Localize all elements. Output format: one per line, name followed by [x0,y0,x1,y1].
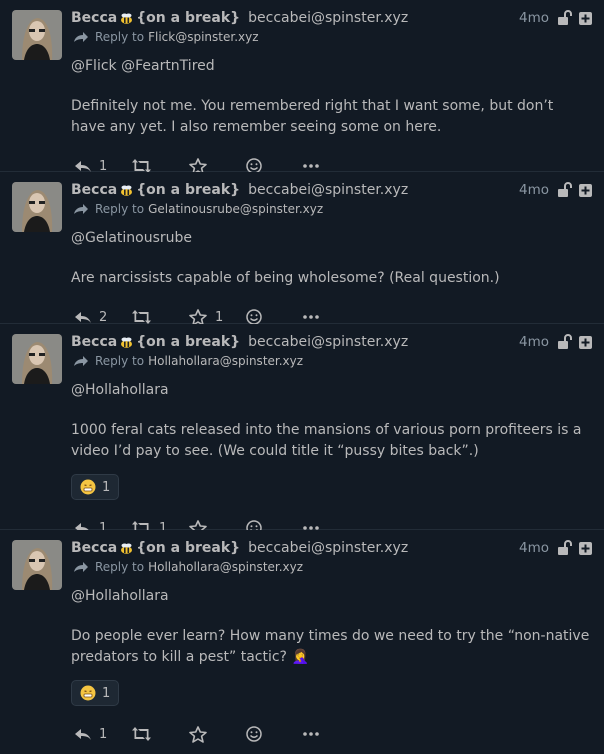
mention-line[interactable]: @Hollahollara [71,382,592,398]
more-button[interactable] [303,164,360,168]
reply-to-target[interactable]: Flick@spinster.xyz [148,30,258,44]
reaction-count: 1 [102,685,111,701]
plus-square-icon[interactable] [579,11,592,25]
lock-open-icon [557,10,573,26]
mention-line[interactable]: @Flick @FeartnTired [71,58,592,74]
favorite-button[interactable] [189,725,246,743]
mention-line[interactable]: @Hollahollara [71,588,592,604]
plus-square-icon[interactable] [579,183,592,197]
lock-open-icon [557,182,573,198]
bee-emoji [120,336,133,349]
more-button[interactable] [303,315,360,319]
reply-to-target[interactable]: Hollahollara@spinster.xyz [148,354,303,368]
reply-to-target[interactable]: Hollahollara@spinster.xyz [148,560,303,574]
share-arrow-icon [74,203,88,215]
share-arrow-icon [74,561,88,573]
share-arrow-icon [74,31,88,43]
bee-emoji [120,542,133,555]
reply-to-label: Reply to [95,30,145,44]
retweet-icon [132,310,151,324]
more-button[interactable] [303,732,360,736]
emoji-reaction[interactable]: 1 [71,680,120,706]
smiley-icon [246,309,262,325]
reply-button[interactable]: 2 [75,310,132,325]
display-name[interactable]: Becca {on a break} [71,10,240,26]
emoji-reaction[interactable]: 1 [71,474,120,500]
bee-emoji [120,12,133,25]
reply-to-row[interactable]: Reply to Flick@spinster.xyz [71,28,592,46]
post-body: Do people ever learn? How many times do … [71,628,590,665]
post-body: Definitely not me. You remembered right … [71,98,554,135]
plus-square-icon[interactable] [579,335,592,349]
star-icon [189,308,207,326]
smiley-icon [246,726,262,742]
retweet-icon [132,727,151,741]
reply-to-label: Reply to [95,202,145,216]
user-handle[interactable]: beccabei@spinster.xyz [248,10,408,26]
avatar[interactable] [12,334,62,384]
reply-icon [75,727,91,741]
post-age[interactable]: 4mo [519,10,549,26]
repeat-button[interactable] [132,310,189,324]
timeline: Becca {on a break} beccabei@spinster.xyz … [0,0,604,743]
reply-to-label: Reply to [95,354,145,368]
grimacing-face-emoji [80,685,96,701]
status-post: Becca {on a break} beccabei@spinster.xyz … [0,324,604,537]
lock-open-icon [557,334,573,350]
user-handle[interactable]: beccabei@spinster.xyz [248,540,408,556]
reply-to-row[interactable]: Reply to Hollahollara@spinster.xyz [71,558,592,576]
ellipsis-icon [303,315,319,319]
status-post: Becca {on a break} beccabei@spinster.xyz … [0,172,604,326]
status-post: Becca {on a break} beccabei@spinster.xyz … [0,0,604,175]
retweet-icon [132,159,151,173]
star-icon [189,725,207,743]
avatar[interactable] [12,182,62,232]
favorite-button[interactable]: 1 [189,308,246,326]
reaction-count: 1 [102,479,111,495]
repeat-button[interactable] [132,159,189,173]
grimacing-face-emoji [80,479,96,495]
reply-icon [75,159,91,173]
post-age[interactable]: 4mo [519,540,549,556]
post-body: Are narcissists capable of being wholeso… [71,270,500,286]
status-post: Becca {on a break} beccabei@spinster.xyz … [0,530,604,743]
bee-emoji [120,184,133,197]
reply-to-row[interactable]: Reply to Hollahollara@spinster.xyz [71,352,592,370]
reply-to-target[interactable]: Gelatinousrube@spinster.xyz [148,202,323,216]
post-body: 1000 feral cats released into the mansio… [71,422,582,459]
mention-line[interactable]: @Gelatinousrube [71,230,592,246]
repeat-button[interactable] [132,727,189,741]
reply-icon [75,310,91,324]
react-button[interactable] [246,309,303,325]
avatar[interactable] [12,540,62,590]
lock-open-icon [557,540,573,556]
post-age[interactable]: 4mo [519,334,549,350]
reply-to-label: Reply to [95,560,145,574]
ellipsis-icon [303,164,319,168]
reply-to-row[interactable]: Reply to Gelatinousrube@spinster.xyz [71,200,592,218]
display-name[interactable]: Becca {on a break} [71,182,240,198]
user-handle[interactable]: beccabei@spinster.xyz [248,334,408,350]
display-name[interactable]: Becca {on a break} [71,540,240,556]
plus-square-icon[interactable] [579,541,592,555]
react-button[interactable] [246,726,303,742]
reply-button[interactable]: 1 [75,727,132,742]
share-arrow-icon [74,355,88,367]
display-name[interactable]: Becca {on a break} [71,334,240,350]
action-bar: 1 [75,714,592,754]
user-handle[interactable]: beccabei@spinster.xyz [248,182,408,198]
post-age[interactable]: 4mo [519,182,549,198]
avatar[interactable] [12,10,62,60]
ellipsis-icon [303,732,319,736]
